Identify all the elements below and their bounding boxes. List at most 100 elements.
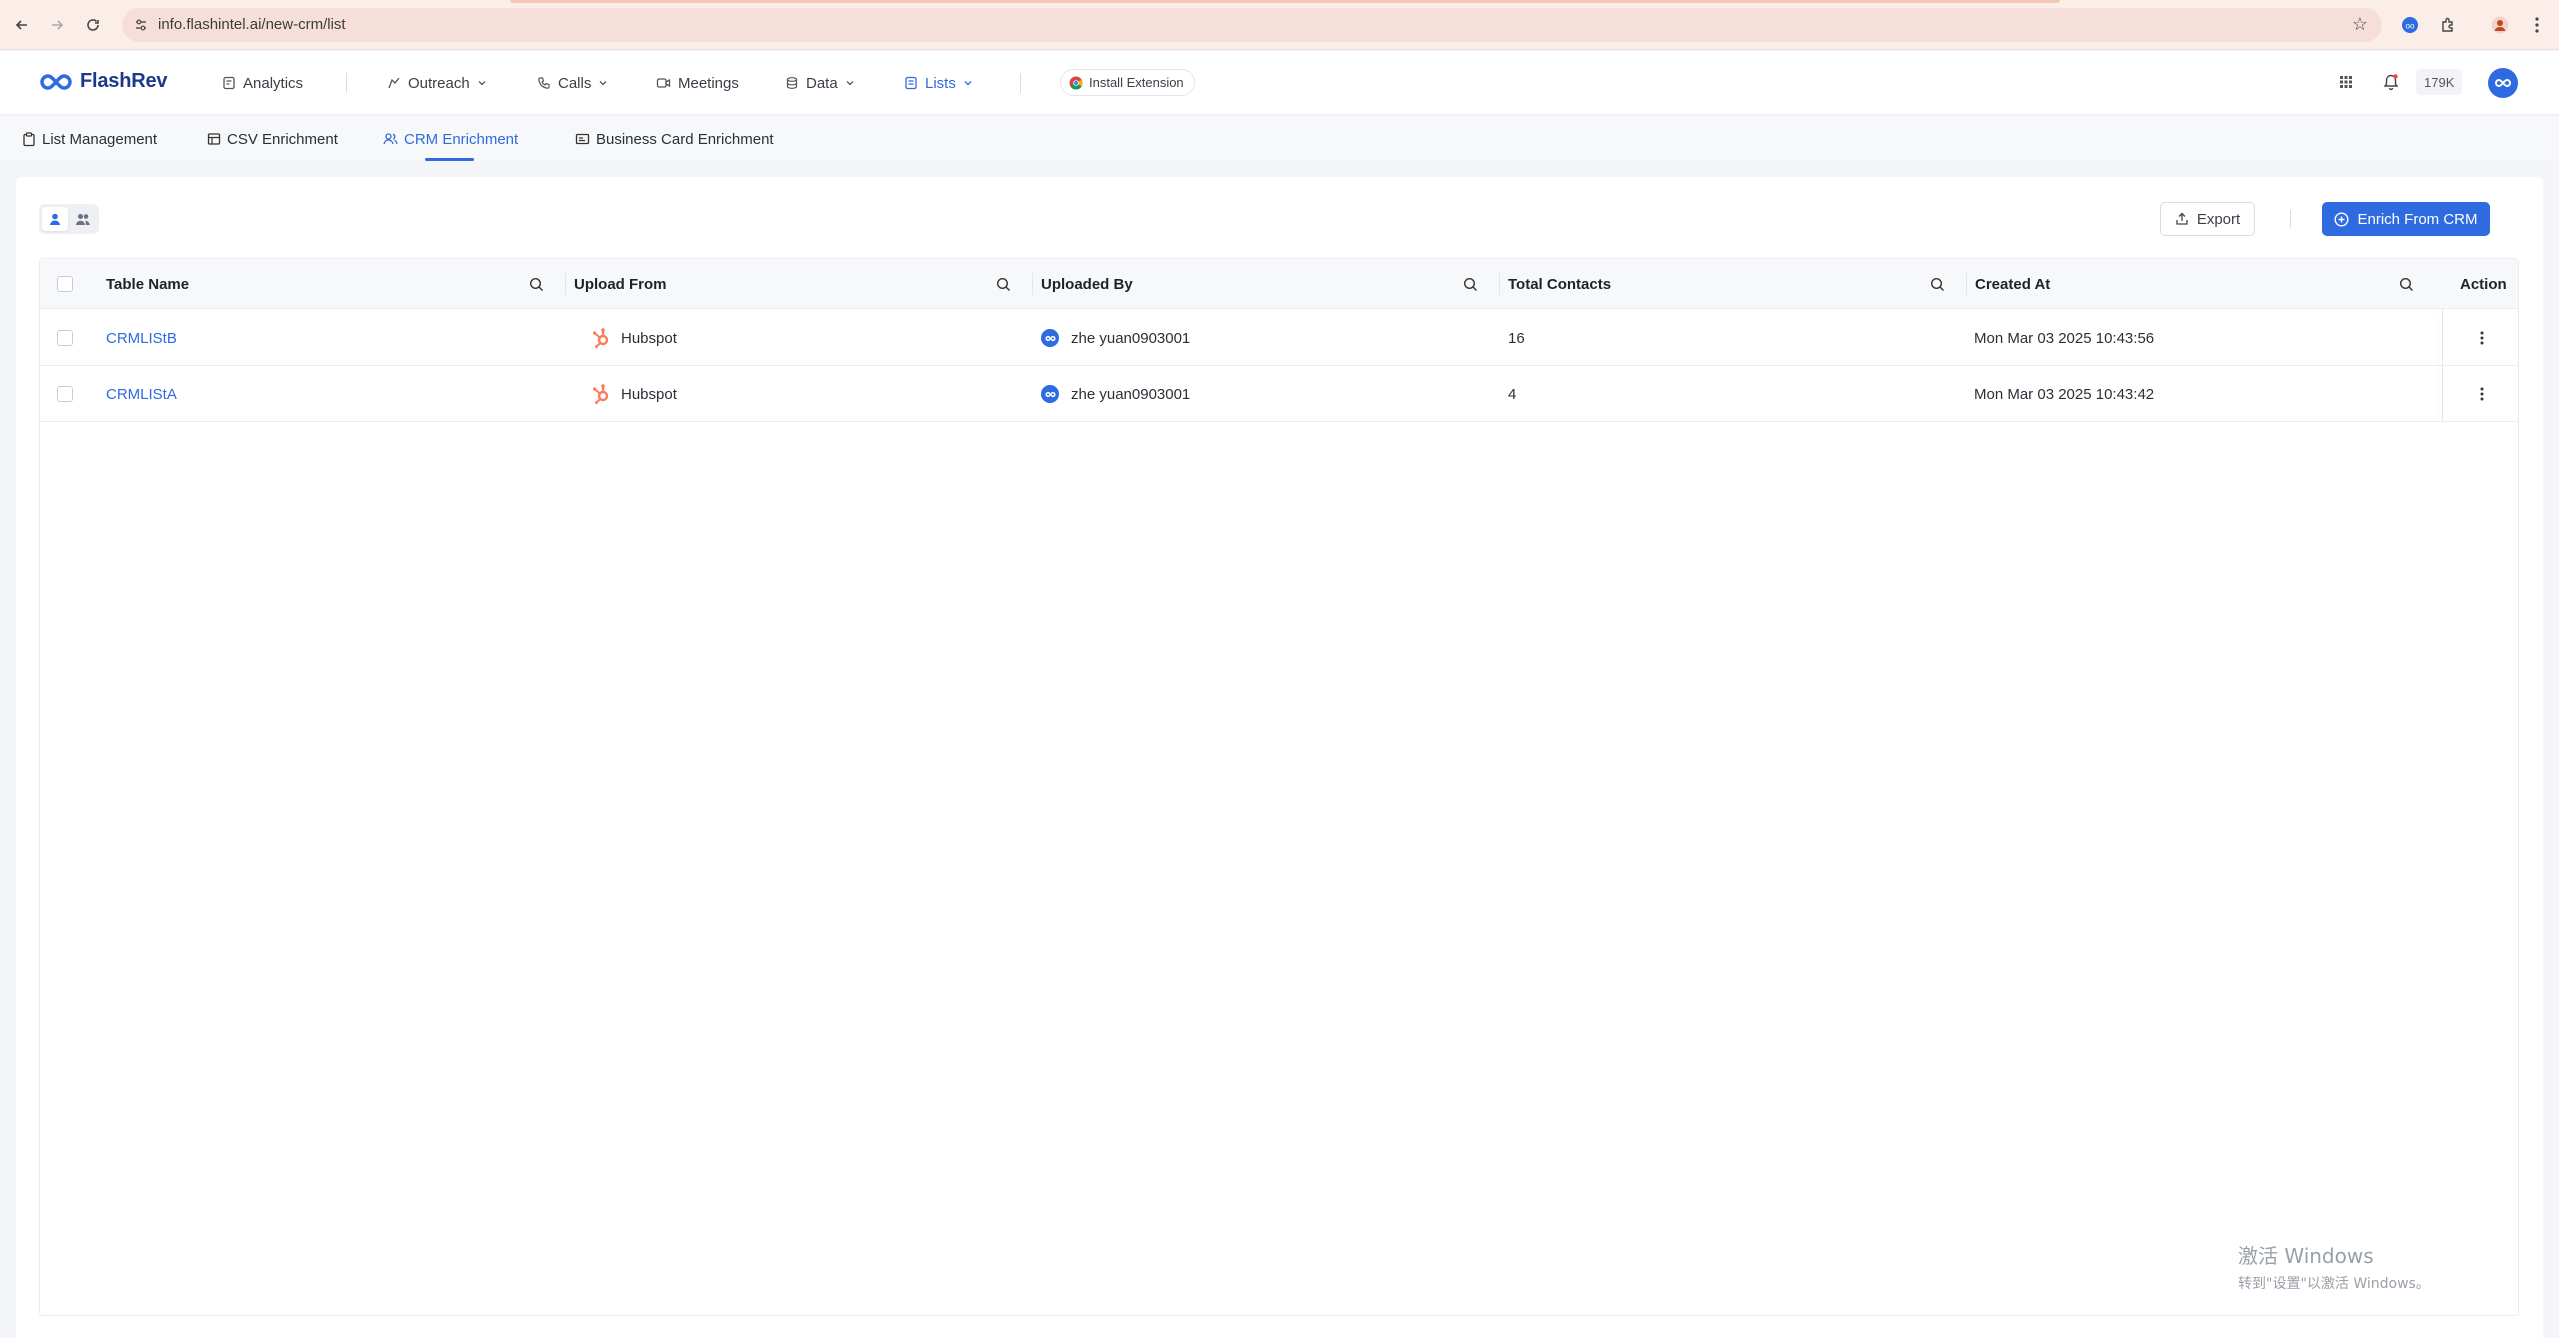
search-icon[interactable]: [2396, 274, 2416, 294]
nav-outreach[interactable]: Outreach: [387, 72, 487, 94]
nav-data[interactable]: Data: [785, 72, 855, 94]
chrome-icon: [1069, 76, 1083, 89]
fixed-column-shadow: [2442, 309, 2443, 421]
watermark-title: 激活 Windows: [2238, 1244, 2374, 1268]
phone-icon: [538, 77, 550, 89]
bookmark-star-icon[interactable]: ☆: [2352, 14, 2368, 35]
browser-toolbar: info.flashintel.ai/new-crm/list ☆ oo: [0, 0, 2559, 50]
extension-flashrev-icon[interactable]: oo: [2398, 13, 2422, 37]
column-divider: [1499, 273, 1500, 295]
tab-crm-enrichment[interactable]: CRM Enrichment: [383, 128, 518, 150]
reload-icon[interactable]: [81, 13, 105, 37]
nav-calls[interactable]: Calls: [537, 72, 608, 94]
table-header: Table Name Upload From Uploaded By Total…: [40, 259, 2518, 309]
column-header-table-name: Table Name: [106, 275, 190, 293]
nav-lists-label: Lists: [925, 74, 956, 92]
nav-analytics[interactable]: Analytics: [222, 72, 303, 94]
column-header-upload-from: Upload From: [574, 275, 667, 293]
column-header-uploaded-by: Uploaded By: [1041, 275, 1133, 293]
upload-from-text: Hubspot: [621, 385, 677, 403]
install-extension-label: Install Extension: [1089, 75, 1184, 90]
user-avatar-icon: [1041, 329, 1059, 347]
address-bar[interactable]: info.flashintel.ai/new-crm/list ☆: [122, 8, 2382, 42]
tab-list-management-label: List Management: [42, 130, 158, 148]
row-checkbox[interactable]: [57, 330, 73, 346]
hubspot-icon: [592, 328, 609, 348]
nav-analytics-label: Analytics: [243, 74, 304, 92]
person-icon: [50, 213, 60, 225]
nav-divider: [1020, 73, 1021, 93]
list-icon: [905, 76, 917, 90]
flashrev-logo[interactable]: FlashRev: [38, 70, 168, 93]
column-header-created-at: Created At: [1975, 275, 2051, 293]
lists-subtabs: List Management CSV Enrichment CRM Enric…: [0, 116, 2559, 161]
nav-divider: [346, 73, 347, 93]
tab-csv-enrichment[interactable]: CSV Enrichment: [207, 128, 338, 150]
site-settings-icon[interactable]: [132, 16, 150, 34]
browser-tab-strip: [510, 0, 2060, 3]
contacts-view-button[interactable]: [42, 207, 68, 231]
nav-meetings[interactable]: Meetings: [656, 72, 739, 94]
select-all-checkbox[interactable]: [57, 276, 73, 292]
more-actions-icon[interactable]: [2467, 323, 2497, 353]
user-avatar[interactable]: [2488, 68, 2518, 98]
more-actions-icon[interactable]: [2467, 379, 2497, 409]
hubspot-icon: [592, 384, 609, 404]
clipboard-icon: [23, 131, 35, 146]
column-divider: [1966, 273, 1967, 295]
tab-business-card-enrichment-label: Business Card Enrichment: [596, 130, 774, 148]
total-contacts-cell: 4: [1508, 385, 1517, 403]
crm-lists-table: Table Name Upload From Uploaded By Total…: [39, 258, 2519, 1316]
export-label: Export: [2196, 210, 2241, 228]
search-icon[interactable]: [1927, 274, 1947, 294]
analytics-icon: [223, 76, 235, 90]
search-icon[interactable]: [993, 274, 1013, 294]
tab-list-management[interactable]: List Management: [22, 128, 157, 150]
table-row: CRMLIStB Hubspot zhe yuan0903001 16 Mon …: [40, 310, 2518, 366]
svg-text:oo: oo: [2406, 22, 2415, 31]
search-icon[interactable]: [1460, 274, 1480, 294]
companies-view-button[interactable]: [70, 207, 96, 231]
enrich-from-crm-button[interactable]: Enrich From CRM: [2322, 202, 2490, 236]
table-row: CRMLIStA Hubspot zhe yuan0903001 4 Mon M…: [40, 366, 2518, 422]
crm-lists-card: Export Enrich From CRM Table Name Upload…: [16, 177, 2543, 1338]
browser-menu-icon[interactable]: [2525, 13, 2549, 37]
credits-badge[interactable]: 179K: [2416, 69, 2463, 95]
table-icon: [207, 133, 221, 145]
row-checkbox[interactable]: [57, 386, 73, 402]
chevron-down-icon: [478, 81, 486, 86]
back-icon[interactable]: [10, 13, 34, 37]
url-text[interactable]: info.flashintel.ai/new-crm/list: [158, 16, 346, 34]
apps-grid-icon[interactable]: [2336, 69, 2356, 95]
table-name-link[interactable]: CRMLIStA: [106, 366, 177, 422]
app-header: FlashRev Analytics Outreach Calls Meetin…: [0, 51, 2559, 115]
column-divider: [565, 273, 566, 295]
forward-icon[interactable]: [45, 13, 69, 37]
uploaded-by-cell: zhe yuan0903001: [1041, 366, 1190, 422]
notification-bell-icon[interactable]: [2380, 69, 2402, 95]
search-icon[interactable]: [526, 274, 546, 294]
nav-data-label: Data: [806, 74, 838, 92]
upload-from-cell: Hubspot: [591, 310, 677, 366]
toolbar-divider: [2290, 210, 2291, 228]
watermark-subtitle: 转到"设置"以激活 Windows。: [2238, 1276, 2430, 1292]
extensions-puzzle-icon[interactable]: [2436, 13, 2460, 37]
column-divider: [1032, 273, 1033, 295]
chevron-down-icon: [599, 81, 607, 86]
tab-csv-enrichment-label: CSV Enrichment: [227, 130, 338, 148]
tab-business-card-enrichment[interactable]: Business Card Enrichment: [575, 128, 774, 150]
install-extension-button[interactable]: Install Extension: [1060, 69, 1195, 96]
chevron-down-icon: [846, 81, 854, 86]
created-at-cell: Mon Mar 03 2025 10:43:42: [1974, 385, 2155, 403]
table-name-link[interactable]: CRMLIStB: [106, 310, 177, 366]
export-button[interactable]: Export: [2160, 202, 2255, 236]
created-at-cell: Mon Mar 03 2025 10:43:56: [1974, 329, 2155, 347]
user-avatar-icon: [1041, 385, 1059, 403]
uploaded-by-text: zhe yuan0903001: [1071, 385, 1191, 403]
people-icon: [76, 214, 90, 225]
profile-icon[interactable]: [2488, 13, 2512, 37]
plus-circle-icon: [2334, 211, 2349, 227]
nav-lists[interactable]: Lists: [904, 72, 973, 94]
nav-meetings-label: Meetings: [678, 74, 739, 92]
logo-text: FlashRev: [80, 70, 168, 92]
